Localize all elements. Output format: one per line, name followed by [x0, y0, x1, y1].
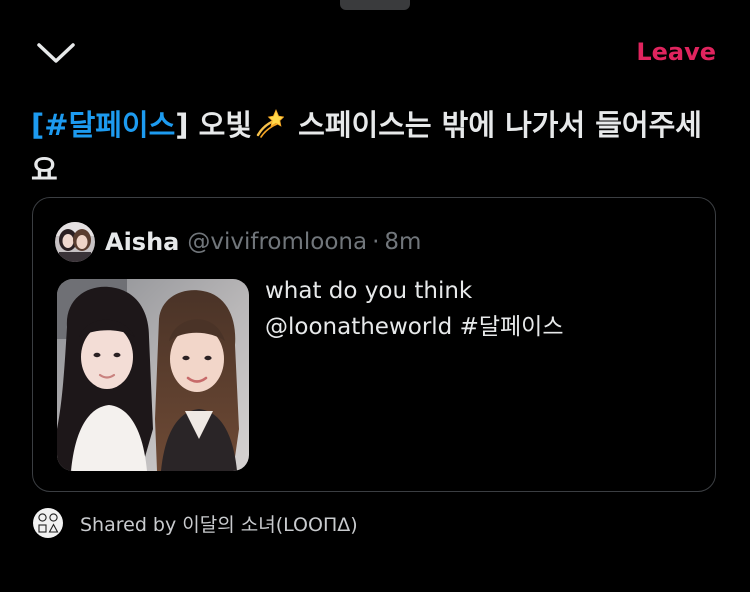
sheet-grabber[interactable]	[340, 0, 410, 10]
avatar[interactable]	[55, 222, 95, 262]
space-title: [#달페이스] 오빛 스페이스는 밖에 나가서 들어주세요	[31, 104, 721, 191]
author-handle[interactable]: @vivifromloona	[187, 229, 367, 255]
mention-link[interactable]: @loonatheworld	[265, 314, 452, 340]
title-bracket-close: ]	[175, 108, 189, 142]
shared-by-prefix: Shared by	[80, 513, 177, 536]
chevron-down-icon	[37, 43, 75, 63]
tweet-text-line: what do you think	[265, 278, 473, 304]
time-separator: ·	[372, 229, 380, 255]
hashtag-link[interactable]: #달페이스	[460, 314, 564, 340]
loona-logo-icon[interactable]	[33, 508, 63, 538]
title-bracket-open: [	[31, 108, 45, 142]
title-part1: 오빛	[198, 108, 253, 142]
title-hashtag-link[interactable]: #달페이스	[44, 108, 175, 142]
tweet-time[interactable]: 8m	[384, 229, 421, 255]
dizzy-star-icon	[254, 107, 285, 149]
author-name[interactable]: Aisha	[105, 228, 179, 256]
shared-by-row: Shared by 이달의 소녀(LOOΠΔ)	[33, 508, 358, 538]
collapse-button[interactable]	[34, 38, 78, 70]
leave-button[interactable]: Leave	[636, 38, 716, 66]
shared-by-name[interactable]: 이달의 소녀(LOOΠΔ)	[182, 514, 357, 536]
tweet-text: what do you think @loonatheworld #달페이스	[265, 273, 685, 345]
tweet-text-line: @loonatheworld #달페이스	[265, 309, 685, 345]
quoted-tweet-card[interactable]: Aisha @vivifromloona · 8m what do you th…	[32, 197, 716, 492]
tweet-photo[interactable]	[57, 279, 249, 471]
shared-by-label: Shared by 이달의 소녀(LOOΠΔ)	[80, 510, 358, 537]
tweet-author-row: Aisha @vivifromloona · 8m	[55, 222, 421, 262]
